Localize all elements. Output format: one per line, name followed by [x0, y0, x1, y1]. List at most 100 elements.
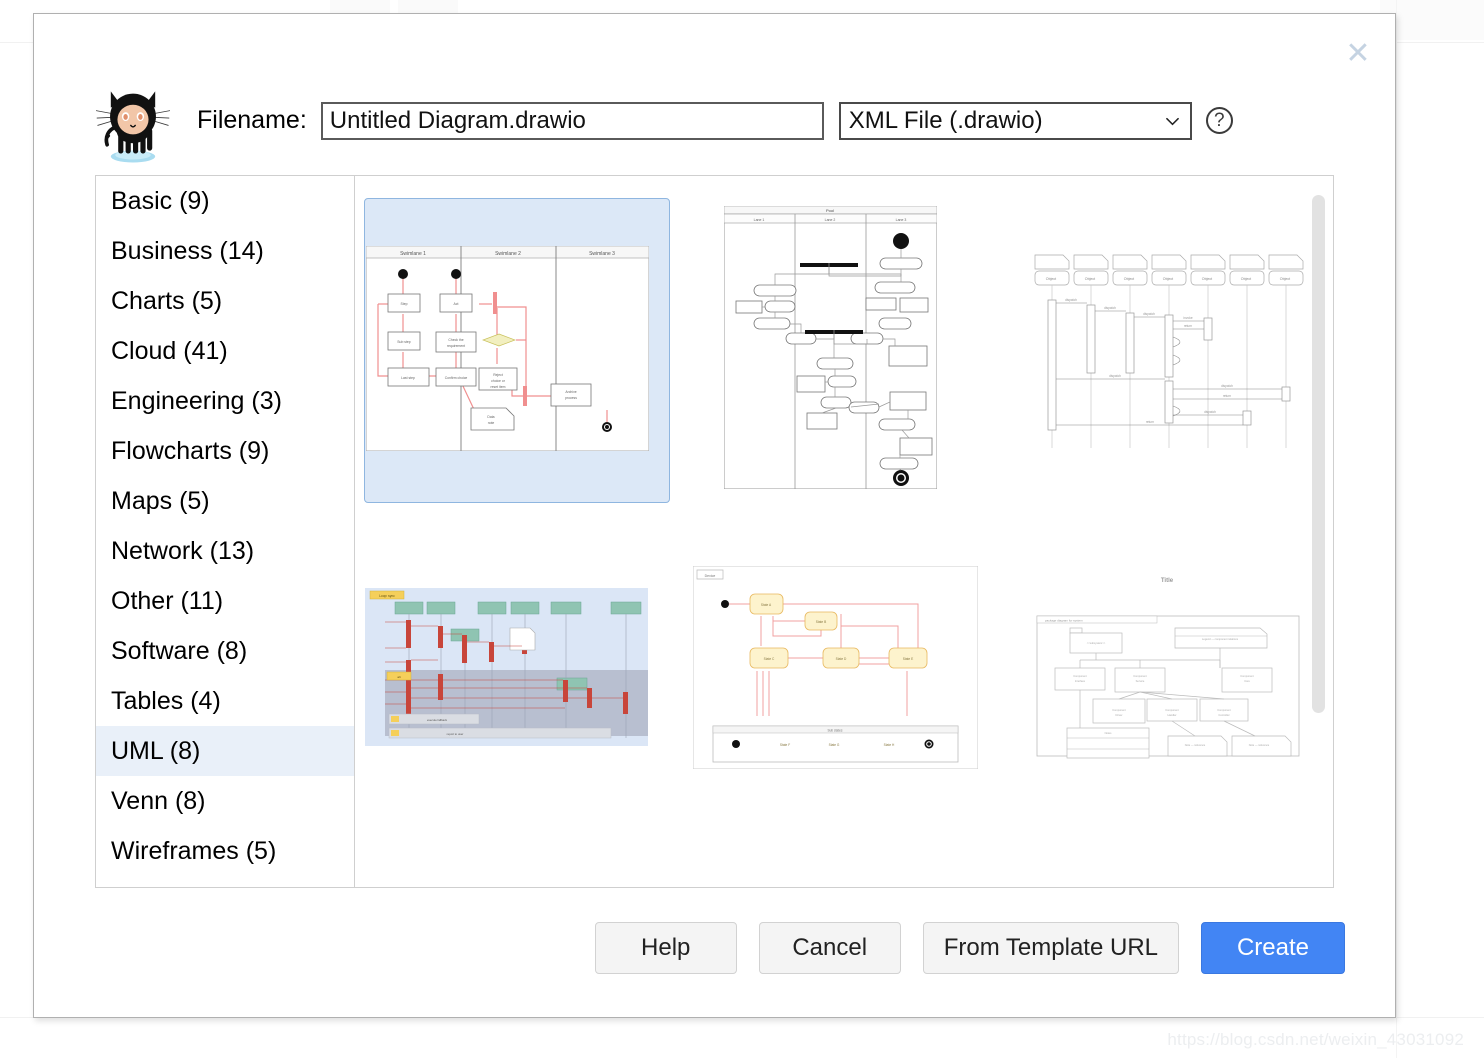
background-rule-3	[1396, 0, 1397, 1058]
svg-text:Loop: sync: Loop: sync	[379, 594, 395, 598]
category-label: Network (13)	[111, 536, 255, 565]
category-item-tables[interactable]: Tables (4)	[96, 676, 354, 726]
svg-text:Service: Service	[1136, 679, 1145, 683]
svg-text:Object: Object	[1124, 277, 1134, 281]
svg-text:Pool: Pool	[826, 208, 834, 213]
template-uml-activity-swimlane[interactable]: Swimlane 1 Swimlane 2 Swimlane 3 Step Su…	[364, 198, 670, 503]
category-item-software[interactable]: Software (8)	[96, 626, 354, 676]
svg-text:Notes: Notes	[1105, 731, 1112, 735]
svg-text:report to user: report to user	[447, 732, 464, 736]
template-uml-activity-three-lane[interactable]: Pool Lane 1 Lane 2 Lane 3	[692, 198, 998, 503]
create-button[interactable]: Create	[1201, 922, 1345, 974]
svg-text:Object: Object	[1046, 277, 1056, 281]
category-item-charts[interactable]: Charts (5)	[96, 276, 354, 326]
category-item-uml[interactable]: UML (8)	[96, 726, 354, 776]
svg-text:Note — reference: Note — reference	[1185, 743, 1206, 747]
template-grid: Swimlane 1 Swimlane 2 Swimlane 3 Step Su…	[355, 176, 1333, 887]
template-scrollbar-thumb[interactable]	[1312, 195, 1325, 713]
help-circle-icon[interactable]: ?	[1205, 107, 1233, 134]
svg-text:Interface: Interface	[1075, 679, 1086, 683]
svg-text:State C: State C	[764, 657, 775, 661]
svg-text:dispatch: dispatch	[1104, 306, 1116, 310]
svg-text:Lane 2: Lane 2	[825, 218, 836, 222]
svg-text:return: return	[1223, 394, 1232, 398]
template-uml-sequence-colored[interactable]: Loop: sync alt execute fallback report t…	[364, 563, 670, 868]
svg-text:Sub states: Sub states	[827, 729, 842, 733]
svg-text:State E: State E	[903, 657, 913, 661]
svg-text:Swimlane 2: Swimlane 2	[495, 251, 521, 257]
category-item-basic[interactable]: Basic (9)	[96, 176, 354, 226]
template-uml-state-machine[interactable]: Device Sub states State A State B State …	[692, 563, 998, 868]
template-row: Loop: sync alt execute fallback report t…	[364, 563, 1333, 868]
help-button[interactable]: Help	[594, 922, 737, 974]
category-item-other[interactable]: Other (11)	[96, 576, 354, 626]
category-item-network[interactable]: Network (13)	[96, 526, 354, 576]
svg-text:invoke: invoke	[1183, 316, 1192, 320]
svg-text:requirement: requirement	[447, 344, 465, 348]
svg-text:dispatch: dispatch	[1065, 298, 1077, 302]
svg-text:return: return	[1184, 324, 1193, 328]
screen: ✕ Filename: Untitled Diagram.drawio XML …	[0, 0, 1484, 1058]
template-scroll-area: Swimlane 1 Swimlane 2 Swimlane 3 Step Su…	[355, 176, 1333, 887]
svg-text:Act: Act	[454, 302, 459, 306]
category-item-venn[interactable]: Venn (8)	[96, 776, 354, 826]
cancel-button[interactable]: Cancel	[758, 922, 901, 974]
svg-text:Swimlane 1: Swimlane 1	[400, 251, 426, 257]
svg-text:State D: State D	[836, 657, 847, 661]
svg-text:dispatch: dispatch	[1143, 312, 1155, 316]
category-item-maps[interactable]: Maps (5)	[96, 476, 354, 526]
svg-text:Handler: Handler	[1167, 713, 1176, 717]
svg-text:Object: Object	[1202, 277, 1212, 281]
svg-text:Component: Component	[1165, 708, 1179, 712]
svg-text:Title: Title	[1161, 578, 1174, 584]
category-label: Wireframes (5)	[111, 836, 277, 865]
svg-text:Driver: Driver	[1116, 713, 1123, 717]
category-list[interactable]: Basic (9) Business (14) Charts (5) Cloud…	[96, 176, 355, 887]
sequence-plain-thumbnail: Object Object Object Object Object Object Ob…	[1025, 243, 1315, 453]
category-label: Business (14)	[111, 236, 264, 265]
svg-text:Step: Step	[401, 302, 408, 306]
category-item-business[interactable]: Business (14)	[96, 226, 354, 276]
svg-text:Object: Object	[1085, 277, 1095, 281]
from-template-url-button[interactable]: From Template URL	[922, 922, 1179, 974]
svg-text:Check the: Check the	[448, 338, 463, 342]
svg-text:Lane 1: Lane 1	[754, 218, 765, 222]
svg-text:State G: State G	[829, 743, 840, 747]
category-label: Venn (8)	[111, 786, 206, 815]
svg-text:choice or: choice or	[491, 379, 506, 383]
svg-text:Lane 3: Lane 3	[896, 218, 907, 222]
svg-text:dispatch: dispatch	[1204, 410, 1216, 414]
template-uml-class-package[interactable]: Title package diagram for system <<subsy…	[1020, 563, 1326, 868]
template-uml-sequence-plain[interactable]: Object Object Object Object Object Object Ob…	[1020, 198, 1326, 503]
svg-text:Core: Core	[1244, 679, 1250, 683]
svg-text:Object: Object	[1280, 277, 1290, 281]
svg-text:Legend — component relations: Legend — component relations	[1202, 637, 1239, 641]
category-label: Other (11)	[111, 586, 224, 615]
activity-three-lane-thumbnail: Pool Lane 1 Lane 2 Lane 3	[724, 206, 937, 489]
svg-text:Last step: Last step	[401, 376, 415, 380]
dialog-header: Filename: XML File (.drawio) ?	[34, 68, 1395, 173]
category-item-flowcharts[interactable]: Flowcharts (9)	[96, 426, 354, 476]
svg-text:Note — reference: Note — reference	[1249, 743, 1270, 747]
template-browser: Basic (9) Business (14) Charts (5) Cloud…	[95, 175, 1334, 888]
watermark: https://blog.csdn.net/weixin_43031092	[1167, 1030, 1464, 1049]
filename-input[interactable]	[320, 101, 824, 140]
svg-text:dispatch: dispatch	[1109, 374, 1121, 378]
svg-text:Component: Component	[1133, 674, 1147, 678]
svg-text:Component: Component	[1240, 674, 1254, 678]
category-label: Software (8)	[111, 636, 248, 665]
format-select[interactable]: XML File (.drawio)	[838, 101, 1192, 140]
github-octocat-logo	[96, 90, 170, 162]
category-label: Tables (4)	[111, 686, 221, 715]
template-row: Swimlane 1 Swimlane 2 Swimlane 3 Step Su…	[364, 198, 1333, 503]
category-item-engineering[interactable]: Engineering (3)	[96, 376, 354, 426]
svg-text:Object: Object	[1163, 277, 1173, 281]
category-item-cloud[interactable]: Cloud (41)	[96, 326, 354, 376]
svg-text:package diagram for system: package diagram for system	[1045, 619, 1083, 623]
template-scrollbar-track[interactable]	[1312, 179, 1330, 886]
svg-text:Component: Component	[1217, 708, 1231, 712]
category-item-wireframes[interactable]: Wireframes (5)	[96, 826, 354, 876]
category-label: Flowcharts (9)	[111, 436, 270, 465]
svg-text:State A: State A	[761, 603, 772, 607]
close-icon[interactable]: ✕	[1341, 38, 1375, 72]
